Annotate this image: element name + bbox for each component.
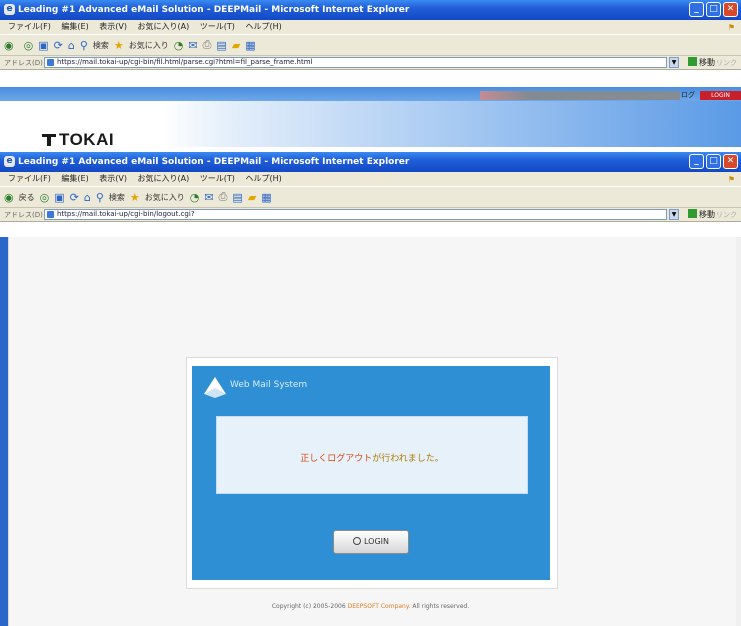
menu-help[interactable]: ヘルプ(H) [245, 174, 281, 183]
close-button[interactable]: ✕ [723, 154, 738, 169]
address-dropdown-icon[interactable]: ▼ [669, 57, 679, 68]
back-window-title: Leading #1 Advanced eMail Solution - DEE… [18, 5, 410, 15]
front-window-controls: _ □ ✕ [689, 154, 738, 169]
go-button[interactable]: 移動 [688, 57, 715, 68]
page-favicon-icon [47, 211, 54, 218]
tokai-logo-mark-icon [42, 132, 56, 146]
back-arrow-icon[interactable]: ◉ [4, 191, 14, 204]
front-window-titlebar: e Leading #1 Advanced eMail Solution - D… [0, 152, 741, 172]
menu-file[interactable]: ファイル(F) [8, 174, 51, 183]
address-dropdown-icon[interactable]: ▼ [669, 209, 679, 220]
home-icon[interactable]: ⌂ [84, 191, 91, 204]
links-label[interactable]: リンク [716, 210, 737, 220]
history-icon[interactable]: ◔ [190, 191, 200, 204]
back-window-addressbar: アドレス(D) https://mail.tokai-up/cgi-bin/fi… [0, 56, 741, 70]
front-window-title: Leading #1 Advanced eMail Solution - DEE… [18, 157, 410, 167]
login-panel: Web Mail System 正しくログアウトが行われました。 LOGIN [192, 366, 550, 580]
mail-icon[interactable]: ✉ [204, 191, 213, 204]
print-icon[interactable]: ⎙ [203, 38, 212, 52]
back-arrow-icon[interactable]: ◉ [4, 39, 14, 52]
mail-icon[interactable]: ✉ [188, 39, 197, 52]
address-label: アドレス(D) [4, 211, 43, 219]
edit-icon[interactable]: ▤ [216, 39, 226, 52]
menu-file[interactable]: ファイル(F) [8, 22, 51, 31]
message-box: 正しくログアウトが行われました。 [216, 416, 528, 494]
menu-view[interactable]: 表示(V) [99, 22, 127, 31]
favorites-label[interactable]: お気に入り [129, 40, 169, 51]
go-arrow-icon [688, 209, 697, 218]
front-window-addressbar: アドレス(D) https://mail.tokai-up/cgi-bin/lo… [0, 208, 741, 222]
forward-arrow-icon[interactable]: ◎ [24, 39, 34, 52]
close-button[interactable]: ✕ [723, 2, 738, 17]
maximize-button[interactable]: □ [706, 154, 721, 169]
go-button[interactable]: 移動 [688, 209, 715, 220]
print-icon[interactable]: ⎙ [219, 190, 228, 204]
messenger-icon[interactable]: ▦ [261, 191, 271, 204]
history-icon[interactable]: ◔ [174, 39, 184, 52]
menu-edit[interactable]: 編集(E) [61, 174, 88, 183]
maximize-button[interactable]: □ [706, 2, 721, 17]
address-input[interactable]: https://mail.tokai-up/cgi-bin/logout.cgi… [44, 209, 667, 220]
menu-tools[interactable]: ツール(T) [200, 22, 235, 31]
search-label[interactable]: 検索 [93, 40, 109, 51]
menu-view[interactable]: 表示(V) [99, 174, 127, 183]
forward-arrow-icon[interactable]: ◎ [40, 191, 50, 204]
menu-tools[interactable]: ツール(T) [200, 174, 235, 183]
minimize-button[interactable]: _ [689, 2, 704, 17]
menu-help[interactable]: ヘルプ(H) [245, 22, 281, 31]
back-window-menubar: ファイル(F) 編集(E) 表示(V) お気に入り(A) ツール(T) ヘルプ(… [0, 20, 741, 34]
menu-favorites[interactable]: お気に入り(A) [138, 174, 190, 183]
login-button[interactable]: LOGIN [333, 530, 409, 554]
front-window-menubar: ファイル(F) 編集(E) 表示(V) お気に入り(A) ツール(T) ヘルプ(… [0, 172, 741, 186]
refresh-icon[interactable]: ⟳ [54, 39, 63, 52]
page-favicon-icon [47, 59, 54, 66]
copyright-footer: Copyright (c) 2005-2006 DEEPSOFT Company… [271, 603, 470, 610]
folder-icon[interactable]: ▰ [248, 191, 256, 204]
search-label[interactable]: 検索 [109, 192, 125, 203]
stop-icon[interactable]: ▣ [38, 39, 48, 52]
minimize-button[interactable]: _ [689, 154, 704, 169]
logout-message: 正しくログアウトが行われました。 [217, 451, 527, 464]
windows-flag-icon: ⚑ [727, 175, 735, 184]
messenger-icon[interactable]: ▦ [245, 39, 255, 52]
links-label[interactable]: リンク [716, 58, 737, 68]
stop-icon[interactable]: ▣ [54, 191, 64, 204]
edit-icon[interactable]: ▤ [232, 191, 242, 204]
favorites-star-icon[interactable]: ★ [130, 191, 140, 204]
portal-login-tag[interactable]: LOGIN [700, 91, 741, 100]
folder-icon[interactable]: ▰ [232, 39, 240, 52]
logout-message-rest: が行われました。 [372, 454, 444, 464]
ie-icon: e [4, 156, 15, 167]
paper-plane-icon [204, 377, 226, 398]
portal-tag-left: ログ [681, 91, 695, 99]
windows-flag-icon: ⚑ [727, 23, 735, 32]
favorites-label[interactable]: お気に入り [145, 192, 185, 203]
address-label: アドレス(D) [4, 59, 43, 67]
login-panel-title: Web Mail System [230, 380, 308, 390]
login-icon [352, 537, 361, 545]
back-window-titlebar: e Leading #1 Advanced eMail Solution - D… [0, 0, 741, 20]
tokai-logo: TOKAI [42, 130, 114, 150]
menu-edit[interactable]: 編集(E) [61, 22, 88, 31]
back-window-controls: _ □ ✕ [689, 2, 738, 17]
company-link[interactable]: DEEPSOFT Company. [348, 603, 411, 610]
go-arrow-icon [688, 57, 697, 66]
search-icon[interactable]: ⚲ [96, 191, 104, 204]
front-window-toolbar: ◉ 戻る ◎ ▣ ⟳ ⌂ ⚲ 検索 ★ お気に入り ◔ ✉ ⎙ ▤ ▰ ▦ [0, 186, 741, 208]
vertical-scrollbar[interactable] [736, 237, 741, 626]
search-icon[interactable]: ⚲ [80, 39, 88, 52]
ie-icon: e [4, 4, 15, 15]
portal-nav-strip [480, 91, 680, 100]
address-input[interactable]: https://mail.tokai-up/cgi-bin/fil.html/p… [44, 57, 667, 68]
back-window-toolbar: ◉ ◎ ▣ ⟳ ⌂ ⚲ 検索 ★ お気に入り ◔ ✉ ⎙ ▤ ▰ ▦ [0, 34, 741, 56]
logout-message-highlight: 正しくログアウト [300, 454, 373, 464]
back-label[interactable]: 戻る [19, 192, 35, 203]
menu-favorites[interactable]: お気に入り(A) [138, 22, 190, 31]
refresh-icon[interactable]: ⟳ [70, 191, 79, 204]
home-icon[interactable]: ⌂ [68, 39, 75, 52]
favorites-star-icon[interactable]: ★ [114, 39, 124, 52]
window-left-edge [0, 237, 8, 626]
